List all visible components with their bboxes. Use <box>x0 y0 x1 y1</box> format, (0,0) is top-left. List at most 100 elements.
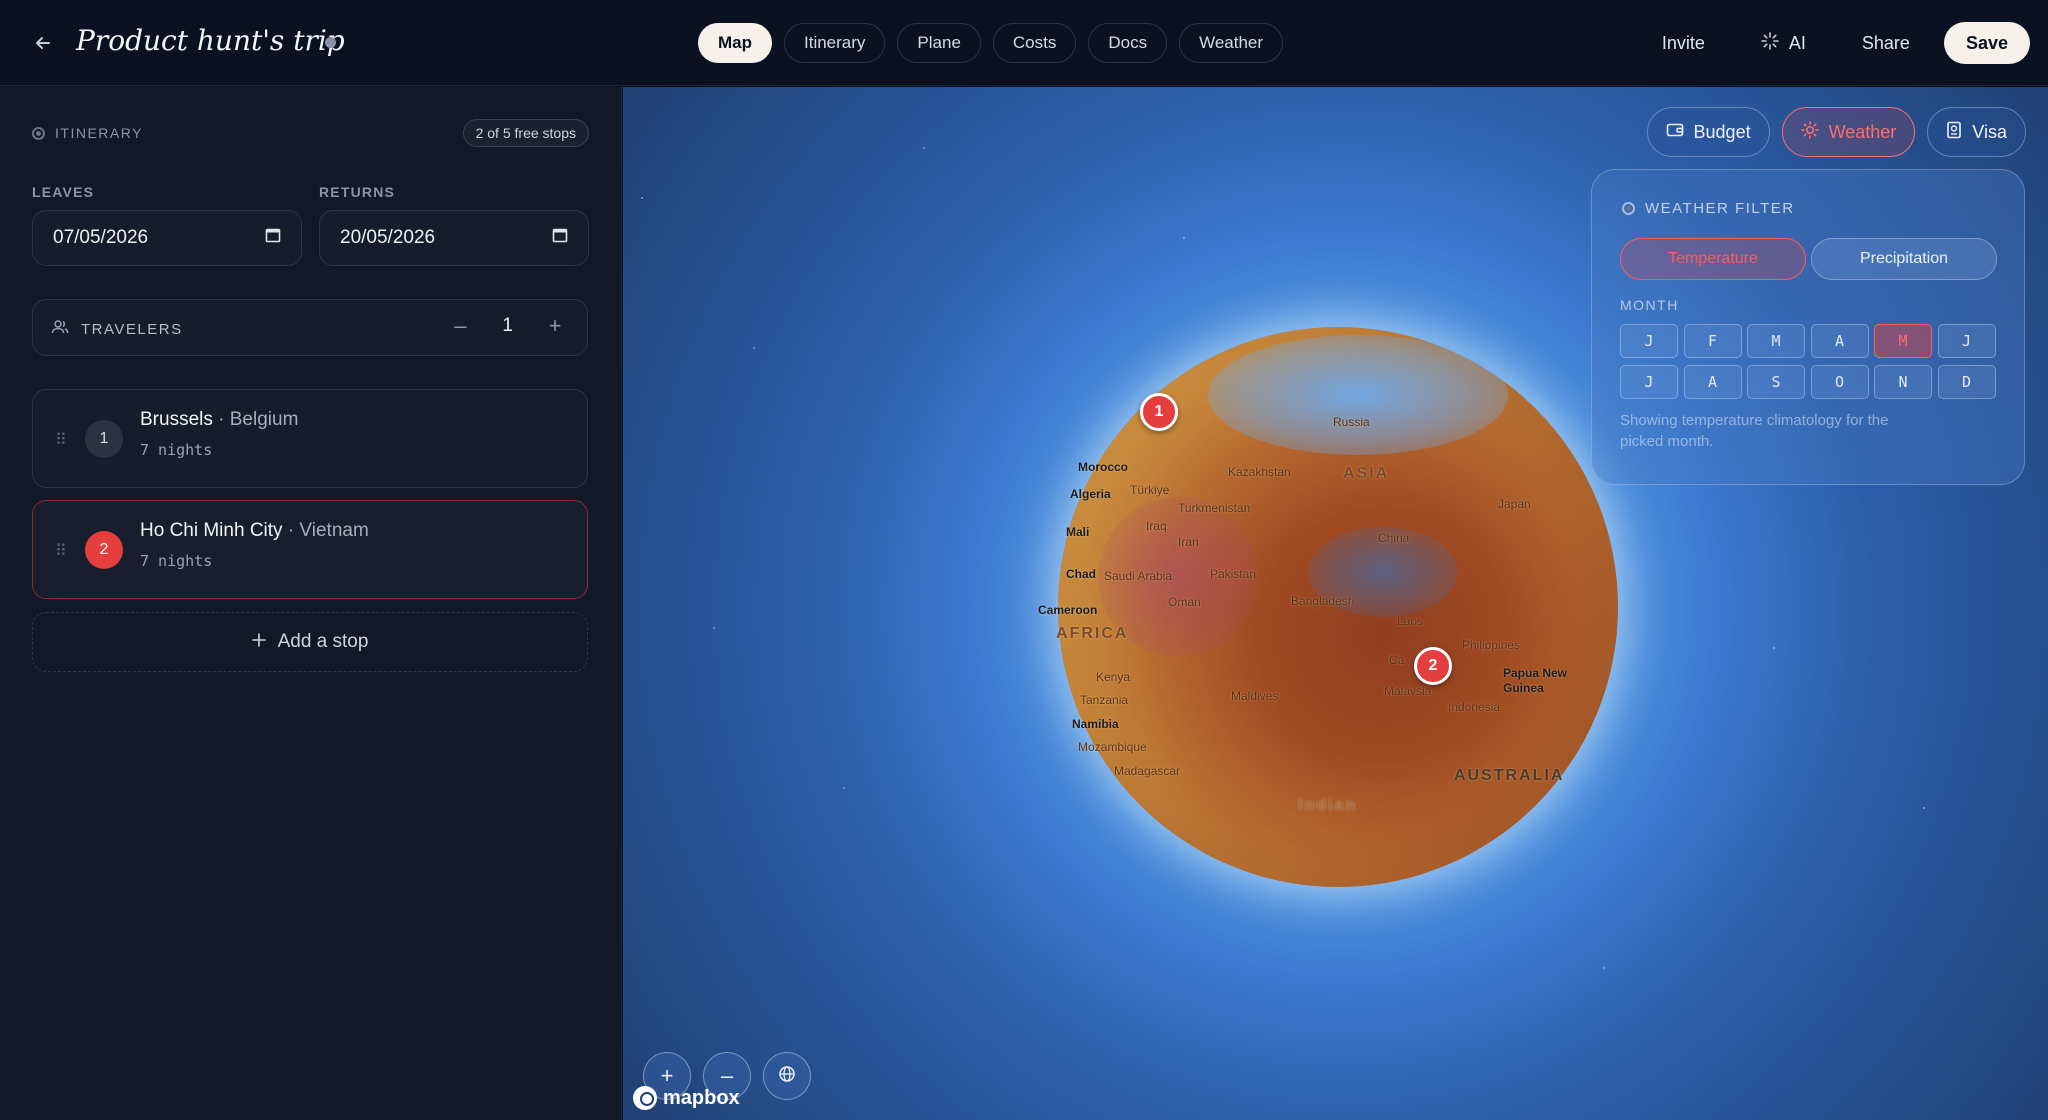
travelers-stepper: TRAVELERS – 1 + <box>32 299 588 356</box>
save-button[interactable]: Save <box>1943 22 2030 64</box>
tab-docs[interactable]: Docs <box>1088 23 1168 63</box>
travelers-count: 1 <box>502 315 513 336</box>
drag-handle-icon[interactable]: ⠿ <box>55 430 67 450</box>
map-label: Kazakhstan <box>1228 465 1291 479</box>
mapbox-attribution[interactable]: mapbox <box>633 1086 740 1110</box>
map-label: Algeria <box>1070 487 1111 501</box>
map-label: ASIA <box>1343 465 1390 482</box>
map-marker-ho-chi-minh[interactable]: 2 <box>1414 647 1452 685</box>
free-stops-badge: 2 of 5 free stops <box>462 119 589 147</box>
star <box>713 627 715 629</box>
sun-icon <box>1800 120 1819 144</box>
month-aug[interactable]: A <box>1683 365 1742 399</box>
stop-number: 1 <box>85 420 123 458</box>
month-sep[interactable]: S <box>1747 365 1805 399</box>
returns-date-input[interactable]: 20/05/2026 <box>319 210 589 266</box>
month-picker: J F M A M J J A S O N D <box>1620 324 1996 399</box>
passport-icon <box>1946 121 1962 144</box>
map-label: Russia <box>1333 415 1370 429</box>
add-stop-button[interactable]: Add a stop <box>32 612 588 672</box>
travelers-label: TRAVELERS <box>81 320 183 338</box>
map-marker-brussels[interactable]: 1 <box>1140 393 1178 431</box>
map-label: Cameroon <box>1038 603 1098 617</box>
leaves-label: LEAVES <box>32 184 95 200</box>
budget-label: Budget <box>1693 121 1751 142</box>
stop-card-ho-chi-minh[interactable]: ⠿ 2 Ho Chi Minh City · Vietnam 7 nights <box>32 500 588 599</box>
weather-layer-button[interactable]: Weather <box>1781 107 1916 157</box>
tab-costs[interactable]: Costs <box>992 23 1077 63</box>
weather-filter-panel: WEATHER FILTER Temperature Precipitation… <box>1591 169 2025 485</box>
returns-label: RETURNS <box>319 184 396 200</box>
star <box>1183 237 1185 239</box>
itinerary-heading: ITINERARY <box>32 125 143 141</box>
status-dot <box>325 37 336 48</box>
month-oct[interactable]: O <box>1810 365 1869 399</box>
trip-title[interactable]: Product hunt's trip <box>76 24 345 57</box>
month-jun[interactable]: J <box>1937 324 1996 358</box>
ai-label: AI <box>1788 32 1806 53</box>
star <box>753 347 755 349</box>
top-actions: Invite AI Share Save <box>1640 22 2030 64</box>
map-label: Oman <box>1168 595 1201 609</box>
calendar-icon[interactable] <box>552 227 568 249</box>
stop-card-brussels[interactable]: ⠿ 1 Brussels · Belgium 7 nights <box>32 389 588 488</box>
budget-layer-button[interactable]: Budget <box>1646 107 1770 157</box>
back-arrow-icon[interactable] <box>28 28 58 58</box>
view-tabs: Map Itinerary Plane Costs Docs Weather <box>698 23 1284 63</box>
stop-country: · Vietnam <box>287 520 369 541</box>
tab-plane[interactable]: Plane <box>897 23 981 63</box>
weather-filter-title: WEATHER FILTER <box>1645 200 1795 217</box>
month-feb[interactable]: F <box>1683 324 1742 358</box>
stop-city: Brussels <box>140 409 213 430</box>
returns-date-value: 20/05/2026 <box>340 227 436 248</box>
tab-weather[interactable]: Weather <box>1179 23 1284 63</box>
month-jul[interactable]: J <box>1620 365 1678 399</box>
map-label: Japan <box>1498 497 1531 511</box>
map-label: Indonesia <box>1448 700 1501 714</box>
month-jan[interactable]: J <box>1620 324 1678 358</box>
ai-button[interactable]: AI <box>1739 22 1828 64</box>
itinerary-heading-label: ITINERARY <box>55 125 143 141</box>
drag-handle-icon[interactable]: ⠿ <box>55 541 67 561</box>
precipitation-toggle[interactable]: Precipitation <box>1811 238 1997 280</box>
map-label: Saudi Arabia <box>1104 569 1173 583</box>
leaves-date-value: 07/05/2026 <box>53 227 149 248</box>
increment-button[interactable]: + <box>543 313 567 339</box>
map-label: Philippines <box>1462 638 1521 652</box>
sparkle-icon <box>1761 31 1779 55</box>
month-may[interactable]: M <box>1874 324 1932 358</box>
map-label: Malaysia <box>1384 684 1432 698</box>
invite-button[interactable]: Invite <box>1640 22 1727 64</box>
users-icon <box>51 319 69 339</box>
map-label: Maldives <box>1231 689 1279 703</box>
temperature-toggle[interactable]: Temperature <box>1620 238 1806 280</box>
globe-view-button[interactable] <box>763 1052 811 1100</box>
calendar-icon[interactable] <box>265 227 281 249</box>
decrement-button[interactable]: – <box>448 313 472 339</box>
itinerary-panel: ITINERARY 2 of 5 free stops LEAVES 07/05… <box>0 87 622 1120</box>
tab-itinerary[interactable]: Itinerary <box>784 23 886 63</box>
map-label: Bangladesh <box>1291 594 1355 608</box>
month-nov[interactable]: N <box>1874 365 1932 399</box>
map-label: Mozambique <box>1078 740 1147 754</box>
mapbox-label: mapbox <box>663 1086 740 1109</box>
visa-layer-button[interactable]: Visa <box>1927 107 2026 157</box>
globe-cold-region <box>1208 335 1508 455</box>
month-apr[interactable]: A <box>1810 324 1869 358</box>
map-label: Iran <box>1178 535 1199 549</box>
top-bar: Product hunt's trip Map Itinerary Plane … <box>0 0 2048 86</box>
map-label: China <box>1378 531 1410 545</box>
map-label: Kenya <box>1096 670 1131 684</box>
month-label: MONTH <box>1620 297 1679 313</box>
month-dec[interactable]: D <box>1937 365 1996 399</box>
share-button[interactable]: Share <box>1840 22 1932 64</box>
stop-nights: 7 nights <box>140 441 213 459</box>
map-view[interactable]: Russia Kazakhstan ASIA Türkiye Turkmenis… <box>623 87 2048 1120</box>
map-label: Iraq <box>1146 519 1167 533</box>
leaves-date-input[interactable]: 07/05/2026 <box>32 210 302 266</box>
month-mar[interactable]: M <box>1747 324 1805 358</box>
tab-map[interactable]: Map <box>698 23 772 63</box>
section-dot-icon <box>32 126 45 140</box>
map-label: Türkiye <box>1130 483 1170 497</box>
stop-nights: 7 nights <box>140 552 213 570</box>
